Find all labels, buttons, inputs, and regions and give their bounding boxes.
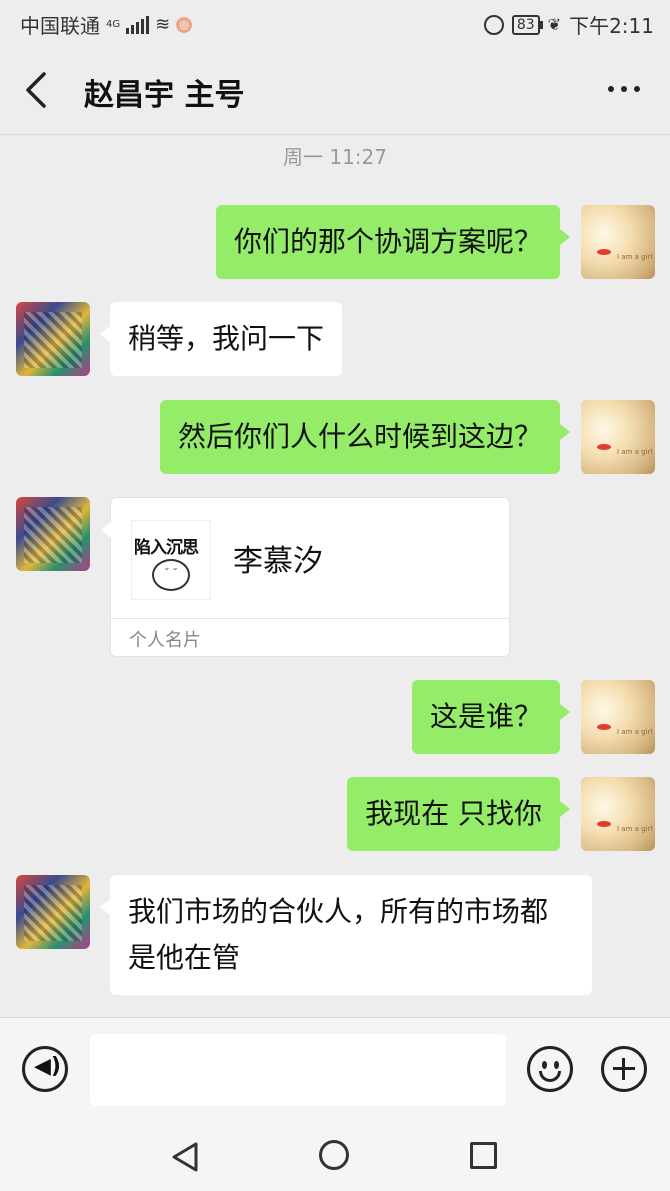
message-list[interactable]: 周一 11:27 你们的那个协调方案呢？ I am a girl 稍等，我问一下… (0, 135, 670, 1017)
card-avatar-text: 陷入沉思 (134, 538, 199, 558)
my-message-bubble[interactable]: 然后你们人什么时候到这边？ (159, 400, 571, 474)
chat-title: 赵昌宇 主号 (84, 78, 245, 113)
contact-card[interactable]: 陷入沉思 ˘ ˘ 李慕汐 个人名片 (101, 497, 510, 657)
battery-indicator: 83 (511, 14, 543, 35)
nav-home-icon[interactable] (319, 1140, 349, 1170)
back-arrow-icon[interactable] (22, 72, 52, 108)
my-avatar[interactable]: I am a girl (581, 400, 655, 474)
emoji-icon[interactable] (527, 1046, 573, 1092)
thinking-face-icon: ˘ ˘ (152, 559, 190, 591)
nav-recents-icon[interactable] (470, 1142, 497, 1169)
voice-icon[interactable]: ◀) (22, 1046, 68, 1092)
clock-time: 下午2:11 (569, 14, 654, 38)
contact-avatar[interactable] (16, 875, 90, 949)
my-avatar[interactable]: I am a girl (581, 777, 655, 851)
contact-avatar[interactable] (16, 302, 90, 376)
card-type-label: 个人名片 (129, 630, 201, 651)
input-bar: ◀) (0, 1017, 670, 1122)
contact-avatar[interactable] (16, 497, 90, 571)
chat-header: 赵昌宇 主号 (0, 46, 670, 135)
my-message-bubble[interactable]: 我现在 只找你 (347, 777, 570, 851)
plus-icon[interactable] (601, 1046, 647, 1092)
contact-message-bubble[interactable]: 稍等，我问一下 (99, 302, 343, 376)
carrier-label: 中国联通 (20, 14, 100, 38)
system-nav-bar (0, 1121, 670, 1191)
message-input[interactable] (90, 1034, 506, 1106)
network-type: 4G (106, 19, 121, 30)
my-avatar[interactable]: I am a girl (581, 205, 655, 279)
alarm-icon (483, 14, 504, 35)
card-divider (111, 618, 509, 619)
contact-message-bubble[interactable]: 我们市场的合伙人，所有的市场都是他在管 (100, 875, 592, 995)
leaf-icon: ❦ (547, 15, 562, 34)
my-avatar[interactable]: I am a girl (581, 680, 655, 754)
signal-icon (126, 15, 150, 34)
my-message-bubble[interactable]: 你们的那个协调方案呢？ (215, 205, 571, 279)
card-contact-name: 李慕汐 (233, 544, 323, 579)
message-timestamp: 周一 11:27 (283, 145, 387, 169)
more-options-icon[interactable] (608, 86, 640, 92)
status-bar: 中国联通 4G ≋ ◎ 83 ❦ 下午2:11 (0, 0, 670, 46)
card-avatar: 陷入沉思 ˘ ˘ (131, 520, 211, 600)
notification-icon: ◎ (176, 16, 193, 33)
my-message-bubble[interactable]: 这是谁？ (411, 680, 571, 754)
nav-back-icon[interactable] (170, 1141, 200, 1173)
wifi-icon: ≋ (155, 14, 171, 35)
